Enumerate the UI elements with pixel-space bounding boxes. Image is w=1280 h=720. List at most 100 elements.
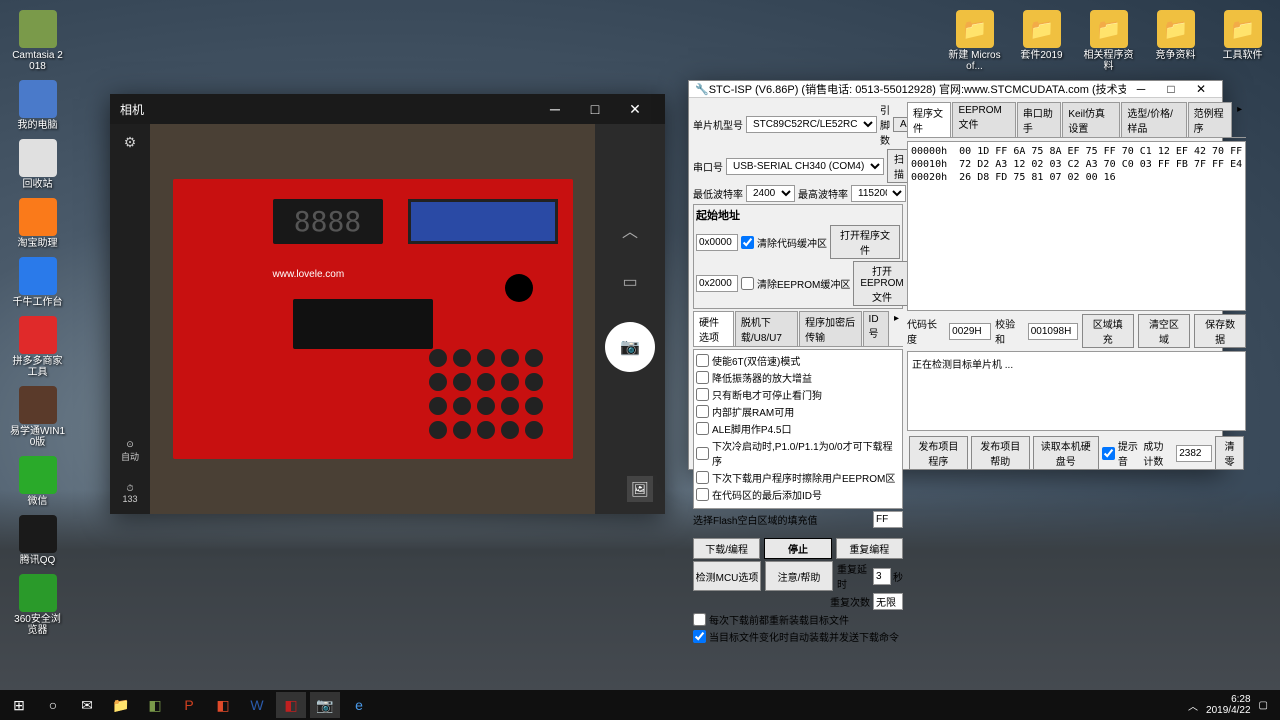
fill-blank-button[interactable]: 区域填充 bbox=[1082, 314, 1134, 348]
option-checkbox[interactable] bbox=[696, 447, 709, 460]
right-tab[interactable]: Keil仿真设置 bbox=[1062, 102, 1120, 137]
auto-download-checkbox[interactable] bbox=[693, 630, 706, 643]
code-addr-input[interactable] bbox=[696, 234, 738, 251]
desktop-icon[interactable]: 📁套件2019 bbox=[1014, 10, 1069, 72]
beep-checkbox[interactable] bbox=[1102, 447, 1115, 460]
max-baud-select[interactable]: 115200 bbox=[851, 185, 906, 202]
explorer-icon[interactable]: 📁 bbox=[106, 692, 136, 718]
word-icon[interactable]: W bbox=[242, 692, 272, 718]
delay-input[interactable] bbox=[873, 568, 891, 585]
option-checkbox[interactable] bbox=[696, 354, 709, 367]
clear-zone-button[interactable]: 清空区域 bbox=[1138, 314, 1190, 348]
com-select[interactable]: USB-SERIAL CH340 (COM4) bbox=[726, 158, 884, 175]
open-code-button[interactable]: 打开程序文件 bbox=[830, 225, 900, 259]
option-checkbox[interactable] bbox=[696, 405, 709, 418]
desktop-icon[interactable]: 微信 bbox=[10, 456, 65, 507]
eeprom-addr-input[interactable] bbox=[696, 275, 738, 292]
hardware-options[interactable]: 使能6T(双倍速)模式降低振荡器的放大增益只有断电才可停止看门狗内部扩展RAM可… bbox=[693, 349, 903, 509]
min-baud-select[interactable]: 2400 bbox=[746, 185, 795, 202]
tray-chevron-icon[interactable]: ︿ bbox=[1188, 698, 1198, 713]
desktop-icon[interactable]: 📁新建 Microsof... bbox=[947, 10, 1002, 72]
desktop-icon[interactable]: 📁相关程序资料 bbox=[1081, 10, 1136, 72]
edge-icon[interactable]: e bbox=[344, 692, 374, 718]
option-checkbox[interactable] bbox=[696, 388, 709, 401]
clock[interactable]: 6:28 2019/4/22 bbox=[1206, 694, 1251, 716]
right-tab[interactable]: 程序文件 bbox=[907, 102, 951, 137]
option-tab[interactable]: ID号 bbox=[863, 311, 889, 346]
camtasia-taskbar-icon[interactable]: ◧ bbox=[140, 692, 170, 718]
release-project-button[interactable]: 发布项目程序 bbox=[909, 436, 968, 470]
read-disk-id-button[interactable]: 读取本机硬盘号 bbox=[1033, 436, 1099, 470]
stop-button[interactable]: 停止 bbox=[764, 538, 831, 559]
stc-taskbar-icon[interactable]: ◧ bbox=[276, 692, 306, 718]
tab-scroll-icon[interactable]: ▸ bbox=[1233, 102, 1246, 137]
hex-viewer[interactable]: 00000h 00 1D FF 6A 75 8A EF 75 FF 70 C1 … bbox=[907, 141, 1246, 311]
desktop-icon[interactable]: 腾讯QQ bbox=[10, 515, 65, 566]
desktop-icon[interactable]: 我的电脑 bbox=[10, 80, 65, 131]
auto-reload-checkbox[interactable] bbox=[693, 613, 706, 626]
desktop-icon[interactable]: 淘宝助理 bbox=[10, 198, 65, 249]
retry-input[interactable] bbox=[873, 593, 903, 610]
powerpoint-icon[interactable]: P bbox=[174, 692, 204, 718]
option-checkbox[interactable] bbox=[696, 488, 709, 501]
video-mode-icon[interactable]: ▭ bbox=[622, 272, 637, 292]
tab-scroll-icon[interactable]: ▸ bbox=[890, 311, 903, 346]
release-help-button[interactable]: 发布项目帮助 bbox=[971, 436, 1030, 470]
close-button[interactable]: ✕ bbox=[615, 101, 655, 118]
search-button[interactable]: ○ bbox=[38, 692, 68, 718]
right-tab[interactable]: EEPROM文件 bbox=[952, 102, 1015, 137]
stc-title-text: STC-ISP (V6.86P) (销售电话: 0513-55012928) 官… bbox=[709, 81, 1126, 97]
option-tab[interactable]: 程序加密后传输 bbox=[799, 311, 861, 346]
option-checkbox[interactable] bbox=[696, 371, 709, 384]
camera-taskbar-icon[interactable]: 📷 bbox=[310, 692, 340, 718]
notifications-icon[interactable]: ▢ bbox=[1259, 700, 1268, 711]
help-button[interactable]: 注意/帮助 bbox=[765, 561, 833, 591]
stc-titlebar[interactable]: 🔧 STC-ISP (V6.86P) (销售电话: 0513-55012928)… bbox=[689, 81, 1222, 98]
pcb-board: 8888 www.lovele.com bbox=[173, 179, 573, 459]
gear-icon[interactable]: ⚙ bbox=[124, 134, 137, 151]
minimize-button[interactable]: ─ bbox=[535, 101, 575, 117]
download-button[interactable]: 下载/编程 bbox=[693, 538, 760, 559]
mcu-chip bbox=[293, 299, 433, 349]
system-tray[interactable]: ︿ 6:28 2019/4/22 ▢ bbox=[1188, 694, 1276, 716]
right-tab[interactable]: 范例程序 bbox=[1188, 102, 1232, 137]
mail-icon[interactable]: ✉ bbox=[72, 692, 102, 718]
desktop-icon[interactable]: 📁竞争资料 bbox=[1148, 10, 1203, 72]
gallery-button[interactable]: 🖼 bbox=[627, 476, 653, 502]
code-length bbox=[949, 323, 991, 340]
open-eeprom-button[interactable]: 打开EEPROM文件 bbox=[853, 261, 910, 306]
mcu-select[interactable]: STC89C52RC/LE52RC bbox=[746, 116, 877, 133]
right-tab[interactable]: 选型/价格/样品 bbox=[1121, 102, 1186, 137]
maximize-button[interactable]: □ bbox=[1156, 82, 1186, 96]
maximize-button[interactable]: □ bbox=[575, 101, 615, 117]
redownload-button[interactable]: 重复编程 bbox=[836, 538, 903, 559]
desktop-icon[interactable]: 易学通WIN10版 bbox=[10, 386, 65, 448]
close-button[interactable]: ✕ bbox=[1186, 82, 1216, 96]
buzzer bbox=[505, 274, 533, 302]
desktop-icon[interactable]: Camtasia 2018 bbox=[10, 10, 65, 72]
shutter-button[interactable]: 📷 bbox=[605, 322, 655, 372]
option-checkbox[interactable] bbox=[696, 471, 709, 484]
clear-code-checkbox[interactable] bbox=[741, 236, 754, 249]
desktop-icon[interactable]: 千牛工作台 bbox=[10, 257, 65, 308]
clear-count-button[interactable]: 清零 bbox=[1215, 436, 1244, 470]
option-tab[interactable]: 脱机下载/U8/U7 bbox=[735, 311, 798, 346]
option-tab[interactable]: 硬件选项 bbox=[693, 311, 734, 346]
app-icon-1[interactable]: ◧ bbox=[208, 692, 238, 718]
desktop-icon[interactable]: 回收站 bbox=[10, 139, 65, 190]
fill-value-input[interactable] bbox=[873, 511, 903, 528]
desktop-icon[interactable]: 📁工具软件 bbox=[1215, 10, 1270, 72]
desktop-icon[interactable]: 拼多多商家工具 bbox=[10, 316, 65, 378]
save-data-button[interactable]: 保存数据 bbox=[1194, 314, 1246, 348]
camera-titlebar[interactable]: 相机 ─ □ ✕ bbox=[110, 94, 665, 124]
right-tab[interactable]: 串口助手 bbox=[1017, 102, 1061, 137]
min-baud-label: 最低波特率 bbox=[693, 186, 743, 201]
check-mcu-button[interactable]: 检测MCU选项 bbox=[693, 561, 761, 591]
minimize-button[interactable]: ─ bbox=[1126, 82, 1156, 96]
chevron-up-icon[interactable]: ︿ bbox=[622, 218, 638, 242]
desktop-icon[interactable]: 360安全浏览器 bbox=[10, 574, 65, 636]
option-checkbox[interactable] bbox=[696, 422, 709, 435]
start-button[interactable]: ⊞ bbox=[4, 692, 34, 718]
clear-eeprom-checkbox[interactable] bbox=[741, 277, 754, 290]
button-matrix bbox=[429, 349, 543, 439]
